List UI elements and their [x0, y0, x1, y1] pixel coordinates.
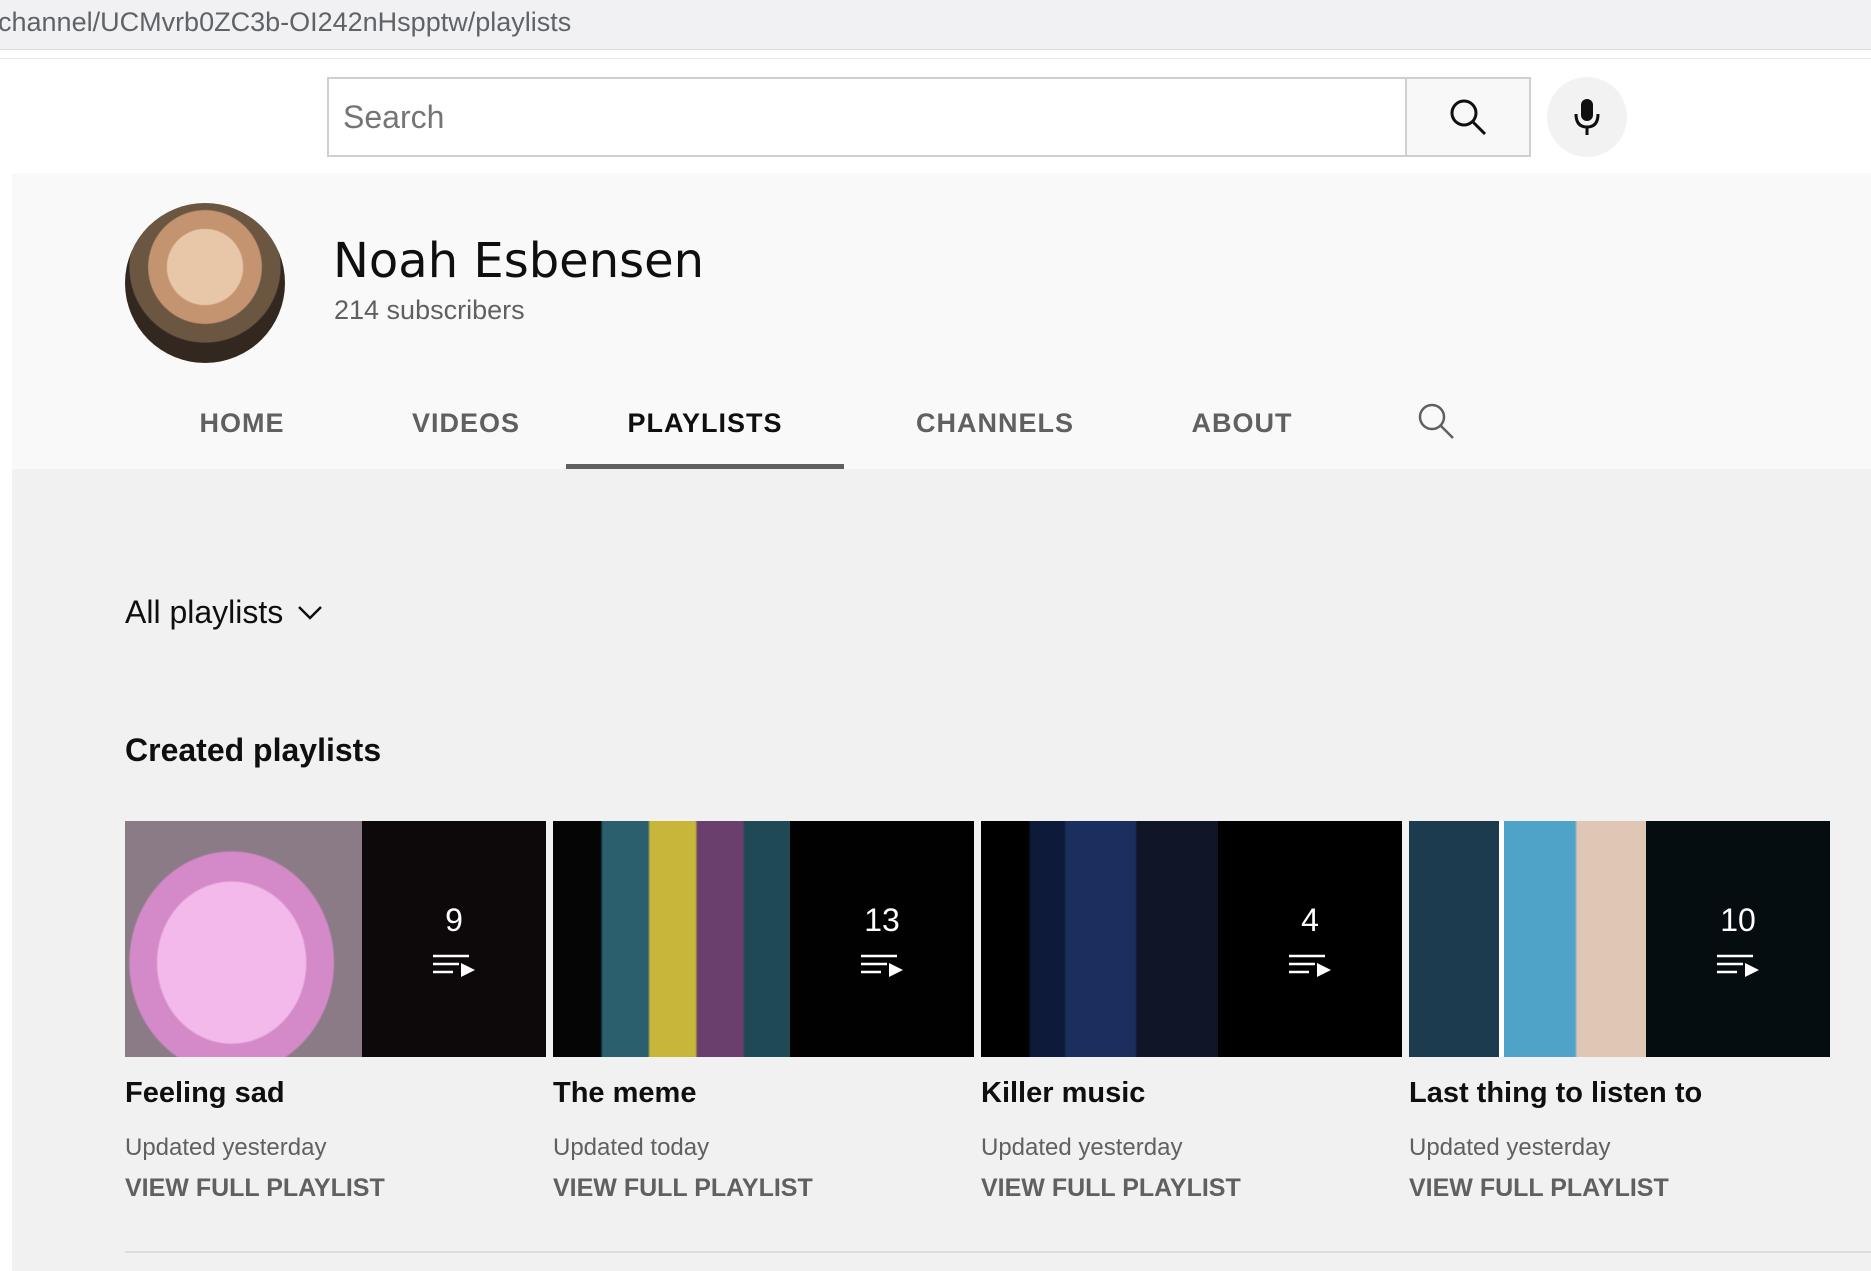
playlist-card: 13 The meme Updated today VIEW FULL PLAY…	[553, 821, 974, 1203]
playlist-updated: Updated yesterday	[1409, 1134, 1611, 1161]
channel-search-button[interactable]	[1416, 401, 1456, 446]
thumbnail-image	[125, 821, 362, 1057]
video-count: 13	[864, 901, 900, 938]
chevron-down-icon	[298, 605, 323, 620]
channel-tabs: HOME VIDEOS PLAYLISTS CHANNELS ABOUT	[12, 383, 1612, 469]
video-count: 4	[1301, 901, 1319, 938]
search-placeholder: Search	[343, 99, 445, 135]
view-full-playlist-link[interactable]: VIEW FULL PLAYLIST	[553, 1174, 974, 1203]
video-count: 10	[1720, 901, 1756, 938]
view-full-playlist-link[interactable]: VIEW FULL PLAYLIST	[125, 1174, 546, 1203]
playlist-updated: Updated yesterday	[125, 1134, 327, 1161]
avatar[interactable]	[125, 203, 285, 363]
tab-videos[interactable]: VIDEOS	[386, 383, 546, 469]
playlist-play-icon	[1289, 954, 1331, 977]
tab-channels[interactable]: CHANNELS	[900, 383, 1090, 469]
playlist-updated: Updated yesterday	[981, 1134, 1183, 1161]
search-input[interactable]: Search	[327, 77, 1405, 157]
playlist-count-overlay: 9	[362, 821, 546, 1057]
playlist-title[interactable]: The meme	[553, 1077, 974, 1110]
playlist-filter-dropdown[interactable]: All playlists	[125, 594, 323, 631]
microphone-icon	[1574, 99, 1600, 135]
subscriber-count: 214 subscribers	[334, 295, 525, 325]
voice-search-button[interactable]	[1547, 77, 1627, 157]
playlist-updated: Updated today	[553, 1134, 710, 1161]
playlist-card: 9 Feeling sad Updated yesterday VIEW FUL…	[125, 821, 546, 1203]
playlist-card: 10 Last thing to listen to Updated yeste…	[1409, 821, 1830, 1203]
view-full-playlist-link[interactable]: VIEW FULL PLAYLIST	[981, 1174, 1402, 1203]
section-divider	[125, 1251, 1871, 1253]
video-count: 9	[445, 901, 463, 938]
playlist-thumbnail[interactable]: 9	[125, 821, 546, 1057]
browser-url-bar[interactable]: channel/UCMvrb0ZC3b-OI242nHspptw/playlis…	[0, 0, 1871, 50]
thumbnail-image	[553, 821, 790, 1057]
tab-playlists[interactable]: PLAYLISTS	[566, 383, 844, 469]
playlist-count-overlay: 4	[1218, 821, 1402, 1057]
thumbnail-image	[1409, 821, 1646, 1057]
playlist-play-icon	[1717, 954, 1759, 977]
tab-home[interactable]: HOME	[172, 383, 312, 469]
playlists-content: All playlists Created playlists 9 Feelin…	[12, 469, 1871, 1271]
section-title: Created playlists	[125, 732, 382, 768]
channel-header: Noah Esbensen 214 subscribers HOME VIDEO…	[12, 173, 1871, 469]
playlist-count-overlay: 13	[790, 821, 974, 1057]
playlist-count-overlay: 10	[1646, 821, 1830, 1057]
url-text: channel/UCMvrb0ZC3b-OI242nHspptw/playlis…	[0, 7, 572, 37]
playlist-thumbnail[interactable]: 4	[981, 821, 1402, 1057]
playlist-title[interactable]: Last thing to listen to	[1409, 1077, 1830, 1110]
playlist-card: 4 Killer music Updated yesterday VIEW FU…	[981, 821, 1402, 1203]
top-bar: Search	[0, 58, 1871, 173]
playlist-thumbnail[interactable]: 13	[553, 821, 974, 1057]
playlist-play-icon	[433, 954, 475, 977]
playlist-title[interactable]: Killer music	[981, 1077, 1402, 1110]
search-icon	[1450, 99, 1487, 136]
tab-about[interactable]: ABOUT	[1177, 383, 1307, 469]
search-icon	[1418, 403, 1454, 439]
channel-name: Noah Esbensen	[333, 233, 705, 289]
filter-label: All playlists	[125, 594, 284, 630]
search-button[interactable]	[1405, 77, 1531, 157]
playlist-play-icon	[861, 954, 903, 977]
playlist-title[interactable]: Feeling sad	[125, 1077, 546, 1110]
view-full-playlist-link[interactable]: VIEW FULL PLAYLIST	[1409, 1174, 1830, 1203]
playlist-thumbnail[interactable]: 10	[1409, 821, 1830, 1057]
thumbnail-image	[981, 821, 1218, 1057]
